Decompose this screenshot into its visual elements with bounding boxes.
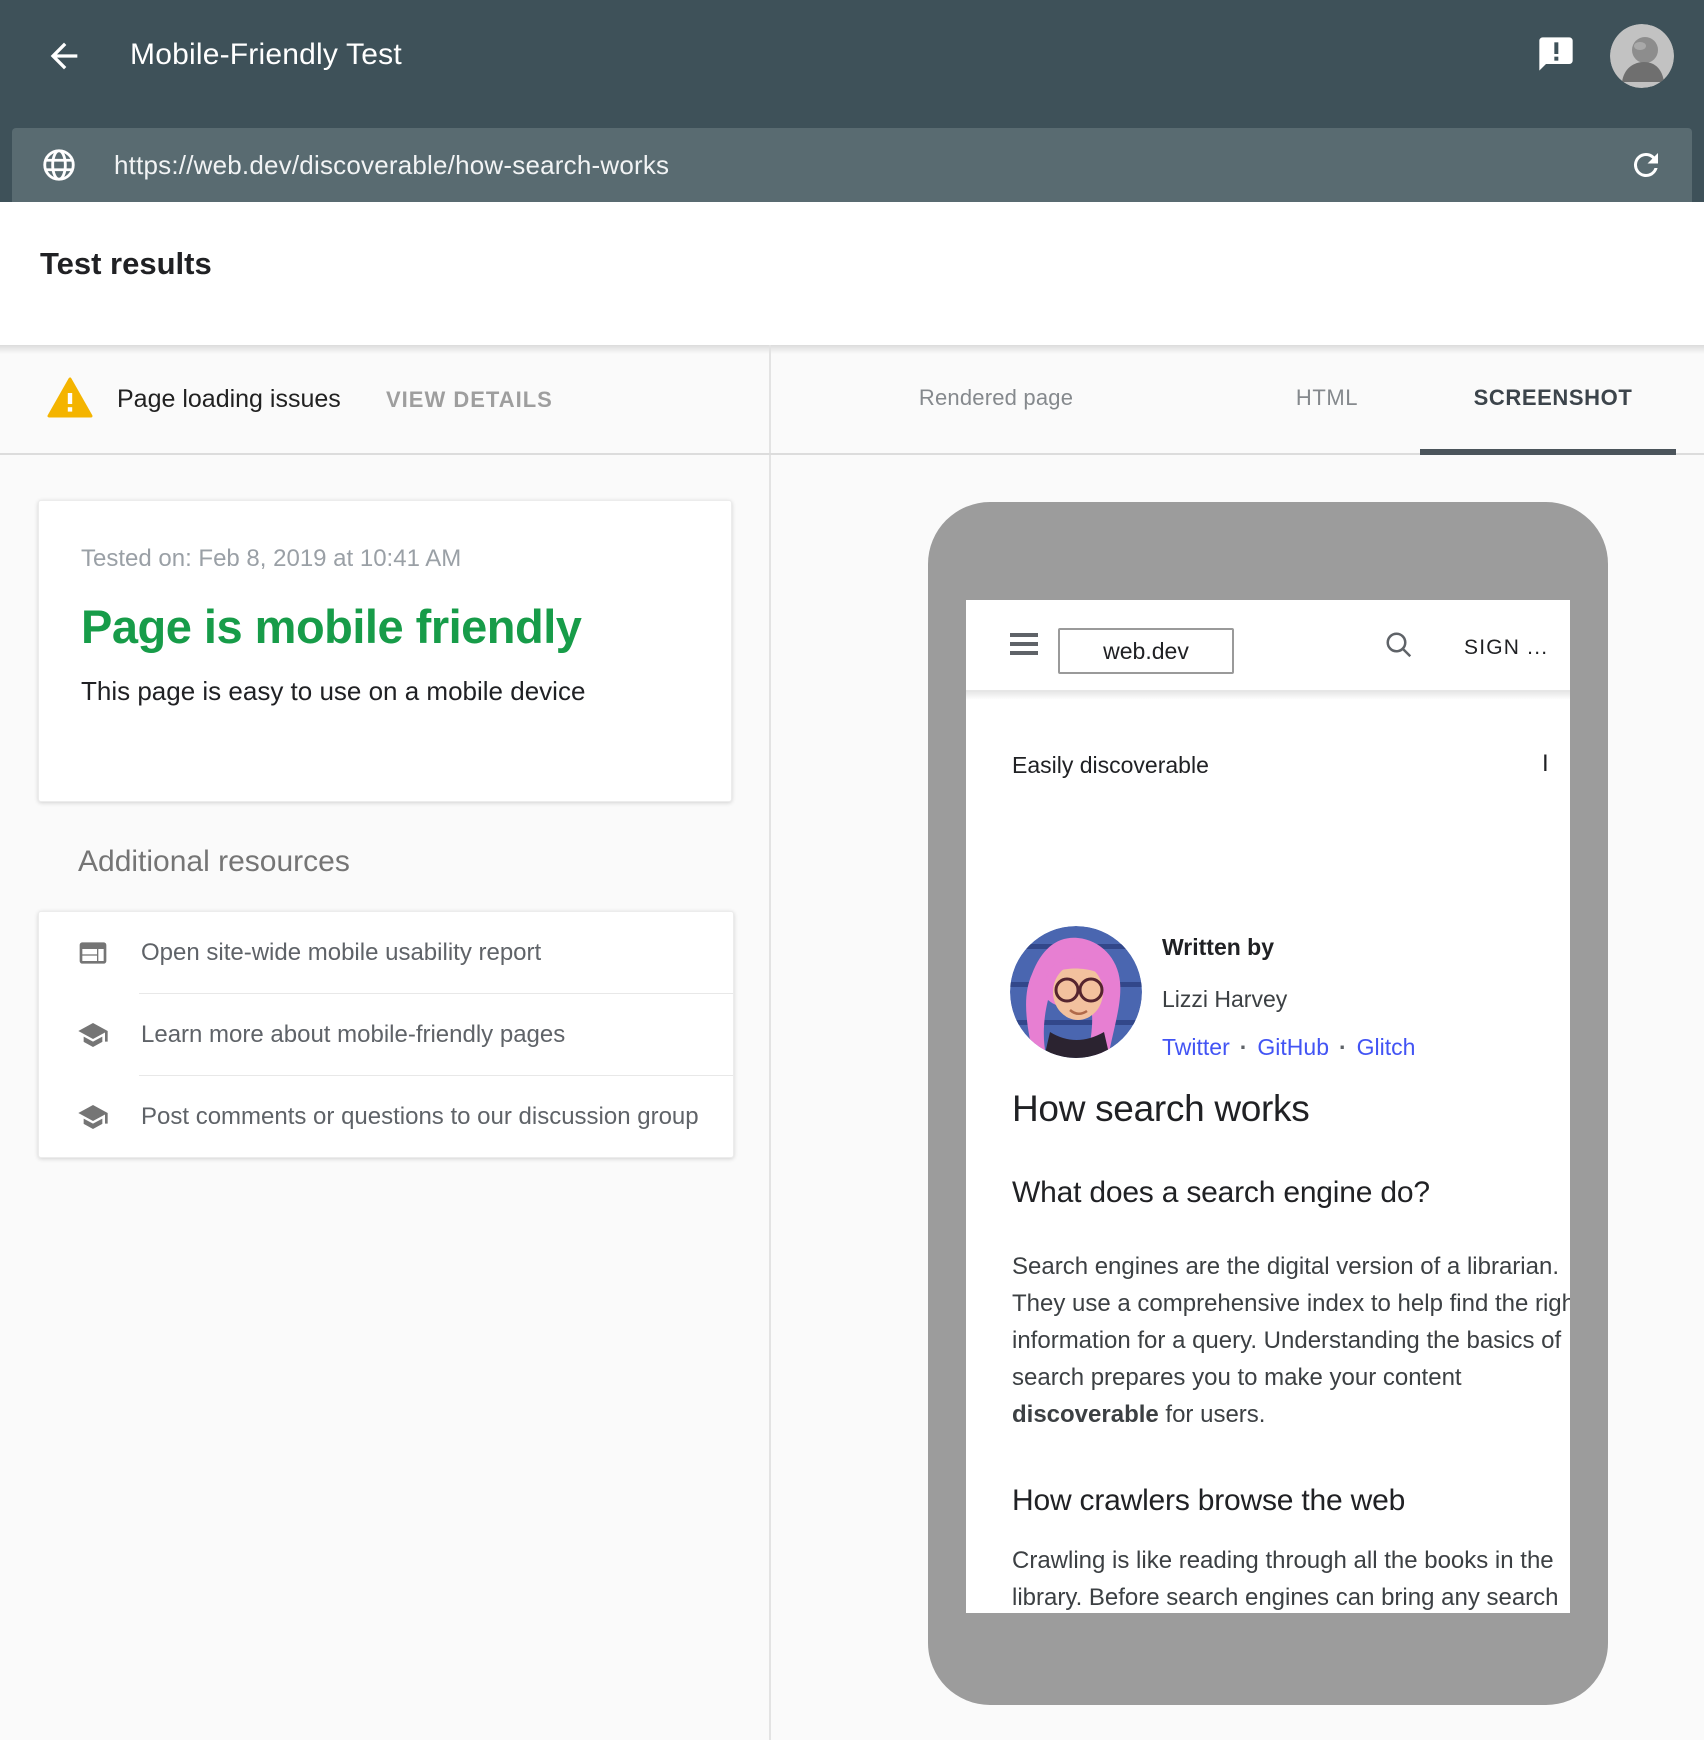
article-paragraph-1: Search engines are the digital version o… <box>1012 1248 1552 1433</box>
sign-in-label: SIGN ... <box>1464 636 1548 660</box>
school-icon <box>77 1019 109 1051</box>
github-link: GitHub <box>1257 1034 1329 1060</box>
tab-screenshot[interactable]: SCREENSHOT <box>1440 385 1666 411</box>
active-tab-indicator <box>1420 449 1676 455</box>
menu-icon <box>1010 633 1038 657</box>
resource-label: Open site-wide mobile usability report <box>141 939 541 967</box>
resource-learn-more[interactable]: Learn more about mobile-friendly pages <box>39 994 733 1075</box>
page-title: Test results <box>40 246 212 282</box>
site-name: web.dev <box>1103 638 1189 665</box>
author-name: Lizzi Harvey <box>1162 986 1287 1013</box>
school-icon <box>77 1101 109 1133</box>
search-icon <box>1384 630 1414 660</box>
article-title: How search works <box>1012 1088 1309 1130</box>
author-links: Twitter · GitHub · Glitch <box>1162 1034 1415 1061</box>
link-separator: · <box>1339 1034 1347 1060</box>
phone-mockup: web.dev SIGN ... Easily discoverable I <box>928 502 1608 1705</box>
refresh-icon[interactable] <box>1628 147 1664 183</box>
warning-label: Page loading issues <box>117 385 341 414</box>
feedback-icon[interactable] <box>1536 34 1576 74</box>
globe-icon <box>40 146 78 184</box>
resource-usability-report[interactable]: Open site-wide mobile usability report <box>39 912 733 993</box>
breadcrumb: Easily discoverable <box>1012 752 1209 779</box>
site-logo-box: web.dev <box>1058 628 1234 674</box>
resource-label: Post comments or questions to our discus… <box>141 1103 699 1131</box>
user-avatar[interactable] <box>1610 24 1674 88</box>
tab-rendered-page[interactable]: Rendered page <box>860 385 1132 411</box>
app-title: Mobile-Friendly Test <box>130 38 402 72</box>
article-heading-2: How crawlers browse the web <box>1012 1484 1405 1518</box>
article-heading-1: What does a search engine do? <box>1012 1176 1430 1210</box>
additional-resources-heading: Additional resources <box>78 845 350 879</box>
back-arrow-icon[interactable] <box>44 36 84 76</box>
panel-divider <box>769 345 771 1740</box>
screenshot-appbar: web.dev SIGN ... <box>966 600 1570 691</box>
tested-on-timestamp: Tested on: Feb 8, 2019 at 10:41 AM <box>81 545 695 573</box>
title-band: Test results <box>0 202 1704 345</box>
url-bar[interactable]: https://web.dev/discoverable/how-search-… <box>12 128 1692 202</box>
written-by-label: Written by <box>1162 934 1274 961</box>
verdict-heading: Page is mobile friendly <box>81 599 695 654</box>
web-report-icon <box>77 937 109 969</box>
glitch-link: Glitch <box>1357 1034 1416 1060</box>
resource-label: Learn more about mobile-friendly pages <box>141 1021 565 1049</box>
emphasized-word: discoverable <box>1012 1401 1159 1428</box>
author-avatar <box>1010 926 1142 1058</box>
tab-html[interactable]: HTML <box>1252 385 1402 411</box>
clipped-element-char: I <box>1542 750 1549 778</box>
phone-screen-screenshot: web.dev SIGN ... Easily discoverable I <box>966 600 1570 1613</box>
twitter-link: Twitter <box>1162 1034 1230 1060</box>
warning-icon <box>44 374 96 422</box>
additional-resources-card: Open site-wide mobile usability report L… <box>38 911 734 1158</box>
app-header: Mobile-Friendly Test <box>0 0 1704 202</box>
results-area: Page loading issues VIEW DETAILS Rendere… <box>0 345 1704 1740</box>
verdict-description: This page is easy to use on a mobile dev… <box>81 676 695 707</box>
appbar-shadow <box>966 691 1570 700</box>
mobile-friendly-test-app: Mobile-Friendly Test <box>0 0 1704 1740</box>
resource-discussion-group[interactable]: Post comments or questions to our discus… <box>39 1076 733 1157</box>
link-separator: · <box>1240 1034 1248 1060</box>
article-paragraph-2: Crawling is like reading through all the… <box>1012 1542 1552 1613</box>
view-details-link[interactable]: VIEW DETAILS <box>386 387 553 413</box>
test-result-card: Tested on: Feb 8, 2019 at 10:41 AM Page … <box>38 500 732 802</box>
url-text: https://web.dev/discoverable/how-search-… <box>114 150 1628 181</box>
